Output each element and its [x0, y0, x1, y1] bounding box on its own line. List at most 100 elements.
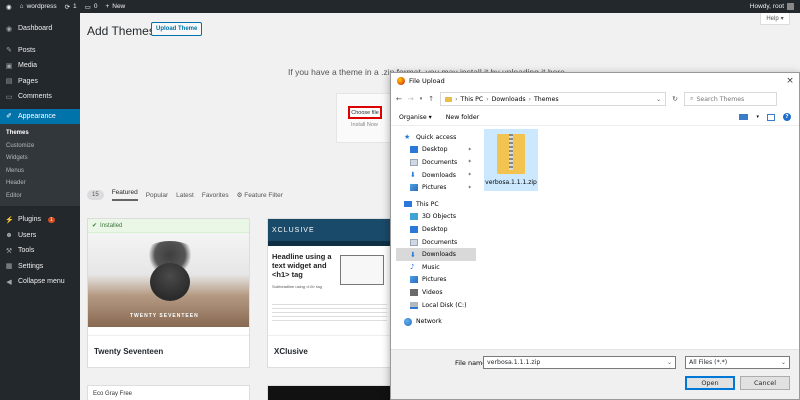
admin-sidebar: ◉ Dashboard ✎ Posts ▣ Media ▤ Pages ▭ Comment… — [0, 13, 80, 400]
nav-this-pc[interactable]: This PC — [396, 198, 476, 211]
choose-file-button[interactable]: Choose file — [348, 106, 382, 119]
close-button[interactable]: × — [781, 76, 799, 86]
sidebar-item-media[interactable]: ▣ Media — [0, 58, 80, 74]
file-type-select[interactable]: All Files (*.*) ⌄ — [685, 356, 790, 369]
howdy-account[interactable]: Howdy, root — [750, 3, 794, 10]
updates-link[interactable]: ⟳ 1 — [65, 3, 77, 11]
submenu-item-menus[interactable]: Menus — [0, 165, 80, 178]
new-folder-button[interactable]: New folder — [446, 114, 479, 121]
chevron-right-icon: › — [528, 95, 532, 103]
filter-featured[interactable]: Featured — [111, 189, 138, 201]
nav-music[interactable]: ♪ Music — [396, 261, 476, 274]
help-button[interactable]: Help ▾ — [760, 13, 790, 25]
check-icon: ✔ — [92, 223, 98, 229]
submenu-item-widgets[interactable]: Widgets — [0, 152, 80, 165]
nav-documents[interactable]: Documents — [396, 236, 476, 249]
nav-quick-downloads[interactable]: ⬇ Downloads ✦ — [396, 169, 476, 182]
filter-favorites[interactable]: Favorites — [202, 192, 229, 199]
caret-down-icon: ▾ — [428, 113, 432, 121]
breadcrumb-this-pc[interactable]: This PC — [461, 96, 484, 103]
submenu-item-header[interactable]: Header — [0, 177, 80, 190]
feature-filter-button[interactable]: ⚙ Feature Filter — [237, 191, 283, 199]
pictures-icon — [410, 184, 418, 192]
file-upload-dialog: File Upload × ← → ▾ ↑ › This PC › Downlo… — [390, 72, 800, 400]
comments-link[interactable]: ▭ 0 — [85, 3, 98, 11]
nav-local-disk[interactable]: Local Disk (C:) — [396, 299, 476, 312]
caret-down-icon[interactable]: ▾ — [756, 114, 759, 120]
theme-name: Twenty Seventeen — [88, 335, 249, 367]
nav-videos[interactable]: Videos — [396, 286, 476, 299]
dialog-toolbar: Organise ▾ New folder ▾ ? — [391, 109, 799, 126]
sidebar-item-pages[interactable]: ▤ Pages — [0, 74, 80, 90]
submenu-item-editor[interactable]: Editor — [0, 190, 80, 203]
sidebar-item-appearance[interactable]: ✐ Appearance — [0, 108, 80, 124]
filter-latest[interactable]: Latest — [176, 192, 194, 199]
nav-quick-access[interactable]: ★ Quick access — [396, 131, 476, 144]
documents-icon — [410, 238, 418, 246]
admin-bar: ◉ ⌂ wordpress ⟳ 1 ▭ 0 + New Howdy, root — [0, 0, 800, 13]
theme-card[interactable] — [267, 385, 392, 400]
nav-downloads[interactable]: ⬇ Downloads — [396, 248, 476, 261]
install-now-button[interactable]: Install Now — [351, 122, 378, 128]
chevron-down-icon[interactable]: ⌄ — [667, 359, 675, 366]
pin-icon: ✦ — [467, 184, 472, 191]
breadcrumb-themes[interactable]: Themes — [534, 96, 559, 103]
nav-quick-documents[interactable]: Documents ✦ — [396, 156, 476, 169]
theme-card-twenty-seventeen[interactable]: ✔ Installed TWENTY SEVENTEEN Twenty Seven… — [87, 218, 250, 368]
wrench-icon: ⚒ — [5, 247, 13, 255]
recent-locations-icon[interactable]: ▾ — [420, 96, 423, 102]
file-name-label: verbosa.1.1.1.zip — [485, 179, 537, 186]
wordpress-logo-icon[interactable]: ◉ — [6, 3, 12, 11]
download-icon: ⬇ — [410, 171, 416, 180]
submenu-item-themes[interactable]: Themes — [0, 127, 80, 140]
theme-card-xclusive[interactable]: XCLUSIVE Headline using a text widget an… — [267, 218, 392, 368]
sidebar-item-comments[interactable]: ▭ Comments — [0, 89, 80, 105]
refresh-icon[interactable]: ↻ — [672, 95, 678, 103]
chevron-down-icon[interactable]: ⌄ — [656, 96, 665, 103]
filter-popular[interactable]: Popular — [146, 192, 168, 199]
site-name-link[interactable]: ⌂ wordpress — [20, 3, 57, 10]
desktop-icon — [410, 146, 418, 154]
nav-pictures[interactable]: Pictures — [396, 274, 476, 287]
theme-filter-bar: 15 Featured Popular Latest Favorites ⚙ F… — [87, 185, 407, 205]
up-arrow-icon[interactable]: ↑ — [428, 95, 434, 103]
back-arrow-icon[interactable]: ← — [396, 95, 402, 103]
pin-icon: ✎ — [6, 47, 12, 55]
theme-screenshot: TWENTY SEVENTEEN — [88, 233, 249, 337]
monitor-illustration — [340, 255, 384, 285]
videos-icon — [410, 288, 418, 296]
theme-name: XClusive — [268, 335, 391, 367]
sidebar-item-collapse-menu[interactable]: ◀ Collapse menu — [0, 274, 80, 290]
search-input[interactable]: ⌕ Search Themes — [684, 92, 778, 106]
sidebar-item-dashboard[interactable]: ◉ Dashboard — [0, 21, 80, 37]
submenu-item-customize[interactable]: Customize — [0, 140, 80, 153]
nav-3d-objects[interactable]: 3D Objects — [396, 211, 476, 224]
nav-desktop[interactable]: Desktop — [396, 223, 476, 236]
nav-quick-desktop[interactable]: Desktop ✦ — [396, 144, 476, 157]
sidebar-item-users[interactable]: ☻ Users — [0, 228, 80, 244]
address-bar[interactable]: › This PC › Downloads › Themes ⌄ — [440, 92, 667, 106]
organise-menu[interactable]: Organise ▾ — [399, 114, 432, 121]
help-icon[interactable]: ? — [783, 113, 791, 121]
open-button[interactable]: Open — [685, 376, 735, 390]
sidebar-item-plugins[interactable]: ⚡ Plugins 1 — [0, 212, 80, 228]
nav-quick-pictures[interactable]: Pictures ✦ — [396, 181, 476, 194]
theme-card-eco-gray-free[interactable]: Eco Gray Free — [87, 385, 250, 400]
nav-network[interactable]: Network — [396, 315, 476, 328]
new-content-link[interactable]: + New — [105, 3, 125, 10]
sidebar-item-settings[interactable]: ▦ Settings — [0, 259, 80, 275]
preview-pane-icon[interactable] — [767, 113, 775, 121]
breadcrumb-downloads[interactable]: Downloads — [492, 96, 526, 103]
sidebar-item-tools[interactable]: ⚒ Tools — [0, 243, 80, 259]
file-name-input[interactable]: verbosa.1.1.1.zip ⌄ — [483, 356, 676, 369]
upload-theme-button[interactable]: Upload Theme — [151, 22, 203, 36]
upload-form: Choose file Install Now — [336, 93, 396, 143]
view-options-icon[interactable] — [739, 114, 749, 120]
download-icon: ⬇ — [410, 250, 416, 259]
forward-arrow-icon[interactable]: → — [408, 95, 414, 103]
sidebar-item-posts[interactable]: ✎ Posts — [0, 43, 80, 59]
disk-icon — [410, 301, 418, 309]
file-item-selected[interactable]: verbosa.1.1.1.zip — [484, 129, 538, 191]
desktop-icon — [410, 225, 418, 233]
cancel-button[interactable]: Cancel — [740, 376, 790, 390]
